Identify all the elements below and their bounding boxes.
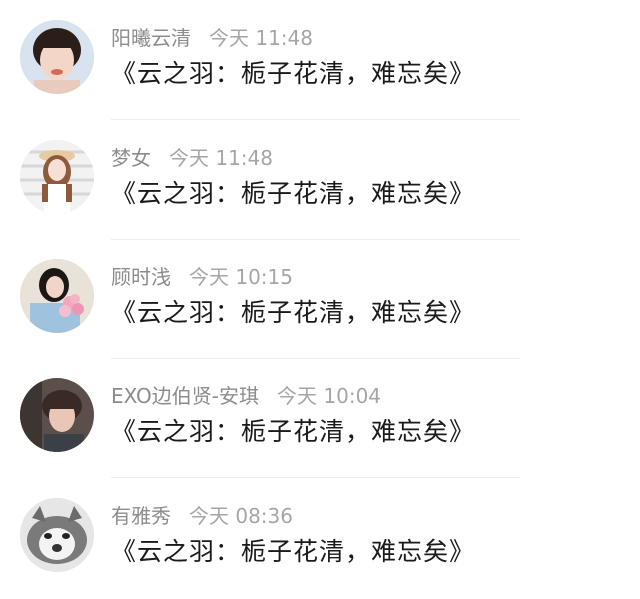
comment-meta: 顾时浅 今天 10:15: [111, 263, 293, 291]
comment-item[interactable]: EXO边伯贤-安琪 今天 10:04 《云之羽：栀子花清，难忘矣》: [0, 358, 640, 478]
comment-item[interactable]: 梦女 今天 11:48 《云之羽：栀子花清，难忘矣》: [0, 120, 640, 240]
timestamp: 今天 10:15: [189, 265, 293, 289]
comment-meta: EXO边伯贤-安琪 今天 10:04: [111, 382, 381, 410]
avatar-image: [20, 20, 94, 94]
comment-text: 《云之羽：栀子花清，难忘矣》: [111, 417, 476, 446]
username[interactable]: 阳曦云清: [111, 26, 191, 50]
avatar-image: [20, 498, 94, 572]
comment-text: 《云之羽：栀子花清，难忘矣》: [111, 59, 476, 88]
comment-meta: 阳曦云清 今天 11:48: [111, 24, 313, 52]
avatar[interactable]: [20, 498, 94, 572]
timestamp: 今天 10:04: [277, 384, 382, 408]
username[interactable]: 梦女: [111, 146, 151, 170]
username[interactable]: EXO边伯贤-安琪: [111, 384, 259, 408]
username[interactable]: 顾时浅: [111, 265, 171, 289]
comment-item[interactable]: 有雅秀 今天 08:36 《云之羽：栀子花清，难忘矣》: [0, 478, 640, 598]
avatar-image: [20, 140, 94, 214]
avatar[interactable]: [20, 140, 94, 214]
avatar-image: [20, 259, 94, 333]
avatar-image: [20, 378, 94, 452]
comment-text: 《云之羽：栀子花清，难忘矣》: [111, 298, 476, 327]
timestamp: 今天 08:36: [189, 504, 293, 528]
comment-item[interactable]: 阳曦云清 今天 11:48 《云之羽：栀子花清，难忘矣》: [0, 0, 640, 120]
comment-item[interactable]: 顾时浅 今天 10:15 《云之羽：栀子花清，难忘矣》: [0, 239, 640, 359]
timestamp: 今天 11:48: [209, 26, 313, 50]
username[interactable]: 有雅秀: [111, 504, 171, 528]
comment-meta: 梦女 今天 11:48: [111, 144, 273, 172]
comment-meta: 有雅秀 今天 08:36: [111, 502, 293, 530]
timestamp: 今天 11:48: [169, 146, 273, 170]
comment-text: 《云之羽：栀子花清，难忘矣》: [111, 179, 476, 208]
comment-list: 阳曦云清 今天 11:48 《云之羽：栀子花清，难忘矣》 梦女 今天 11:48…: [0, 0, 640, 599]
comment-text: 《云之羽：栀子花清，难忘矣》: [111, 537, 476, 566]
avatar[interactable]: [20, 259, 94, 333]
avatar[interactable]: [20, 20, 94, 94]
avatar[interactable]: [20, 378, 94, 452]
